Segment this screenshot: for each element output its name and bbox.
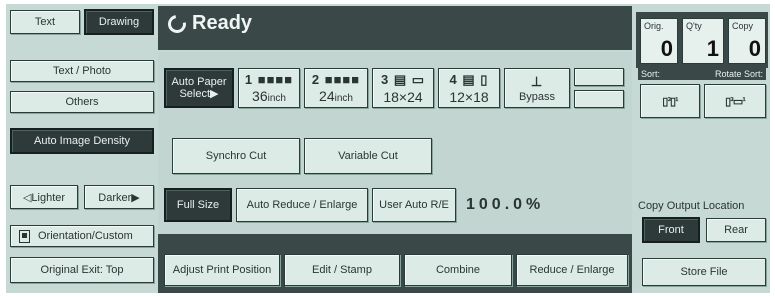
copy-output-location-label: Copy Output Location	[638, 200, 745, 212]
orig-label: Orig.	[644, 21, 664, 31]
auto-paper-line2: Select▶	[179, 88, 219, 100]
orientation-icon	[19, 229, 30, 243]
tray-slot: 4 ▤ ▯	[449, 71, 489, 87]
status-ring-icon	[164, 10, 190, 37]
reduce-enlarge-button[interactable]: Reduce / Enlarge	[516, 254, 628, 286]
tray-size-line: 36inch	[252, 88, 286, 104]
sort-header: Sort: Rotate Sort:	[638, 68, 766, 80]
original-exit-button[interactable]: Original Exit: Top	[10, 257, 154, 283]
text-photo-button[interactable]: Text / Photo	[10, 60, 154, 82]
rear-output-button[interactable]: Rear	[706, 218, 766, 242]
blank-tray-button-bottom[interactable]	[574, 90, 624, 108]
status-readout: Ready	[164, 10, 253, 37]
auto-paper-select-button[interactable]: Auto Paper Select▶	[164, 68, 234, 108]
drawing-mode-button[interactable]: Drawing	[84, 9, 154, 35]
rotate-sort-label: Rotate Sort:	[714, 69, 763, 79]
bypass-button[interactable]: ⊥ Bypass	[504, 68, 570, 108]
tray-unit: inch	[267, 93, 286, 104]
tray-unit: inch	[334, 93, 353, 104]
sort-label: Sort:	[641, 69, 661, 79]
user-auto-re-button[interactable]: User Auto R/E	[372, 188, 456, 222]
tray-size: 24	[319, 88, 335, 104]
bypass-label: Bypass	[518, 90, 556, 103]
left-panel: Text Drawing Text / Photo Others Auto Im…	[6, 4, 156, 293]
qty-label: Q'ty	[686, 21, 702, 31]
adjust-print-position-button[interactable]: Adjust Print Position	[164, 254, 280, 286]
auto-paper-line1: Auto Paper	[171, 76, 227, 88]
copier-screen: Text Drawing Text / Photo Others Auto Im…	[6, 4, 770, 293]
original-counter: Orig. 0	[640, 18, 678, 64]
quantity-counter: Q'ty 1	[682, 18, 724, 64]
others-button[interactable]: Others	[10, 91, 154, 113]
tray-slot: 1 ■■■■	[244, 72, 294, 87]
tray-1-button[interactable]: 1 ■■■■ 36inch	[238, 68, 300, 108]
copy-value: 0	[748, 36, 761, 61]
lighter-button[interactable]: ◁Lighter	[10, 185, 78, 209]
synchro-cut-button[interactable]: Synchro Cut	[172, 138, 300, 174]
orientation-label: Orientation/Custom	[38, 230, 133, 242]
tray-2-button[interactable]: 2 ■■■■ 24inch	[304, 68, 368, 108]
copy-label: Copy	[732, 21, 754, 31]
sort-button[interactable]: ▯³▯¹	[640, 84, 700, 118]
right-panel: Orig. 0 Q'ty 1 Copy 0 Sort: Rotate Sort:…	[634, 4, 770, 293]
text-mode-button[interactable]: Text	[10, 10, 80, 34]
sort-icon: ▯³▯¹	[662, 95, 678, 108]
tray-4-button[interactable]: 4 ▤ ▯ 12×18	[438, 68, 500, 108]
status-bar: Ready	[158, 6, 632, 50]
rotate-sort-button[interactable]: ▯³▭¹	[704, 84, 766, 118]
tray-slot: 3 ▤ ▭	[380, 71, 426, 87]
orig-value: 0	[660, 36, 673, 61]
auto-reduce-enlarge-button[interactable]: Auto Reduce / Enlarge	[236, 188, 368, 222]
bottom-bar: Adjust Print Position Edit / Stamp Combi…	[158, 234, 632, 293]
tray-slot: 2 ■■■■	[311, 72, 361, 87]
ratio-readout: 100.0%	[466, 196, 545, 213]
orientation-custom-button[interactable]: Orientation/Custom	[10, 225, 154, 247]
blank-tray-button-top[interactable]	[574, 68, 624, 86]
auto-image-density-button[interactable]: Auto Image Density	[10, 128, 154, 154]
front-output-button[interactable]: Front	[642, 217, 700, 243]
tray-size-line: 24inch	[319, 88, 353, 104]
edit-stamp-button[interactable]: Edit / Stamp	[284, 254, 400, 286]
qty-value: 1	[706, 36, 719, 61]
darker-button[interactable]: Darker▶	[84, 185, 154, 209]
tray-3-button[interactable]: 3 ▤ ▭ 18×24	[372, 68, 434, 108]
bypass-icon: ⊥	[530, 73, 544, 89]
tray-size: 18×24	[383, 88, 423, 105]
copy-counter: Copy 0	[728, 18, 766, 64]
store-file-button[interactable]: Store File	[642, 258, 766, 286]
tray-size: 36	[252, 88, 268, 104]
full-size-button[interactable]: Full Size	[164, 188, 232, 222]
status-text: Ready	[192, 12, 253, 34]
combine-button[interactable]: Combine	[404, 254, 512, 286]
rotate-sort-icon: ▯³▭¹	[725, 95, 746, 108]
variable-cut-button[interactable]: Variable Cut	[304, 138, 432, 174]
tray-size: 12×18	[449, 88, 489, 105]
